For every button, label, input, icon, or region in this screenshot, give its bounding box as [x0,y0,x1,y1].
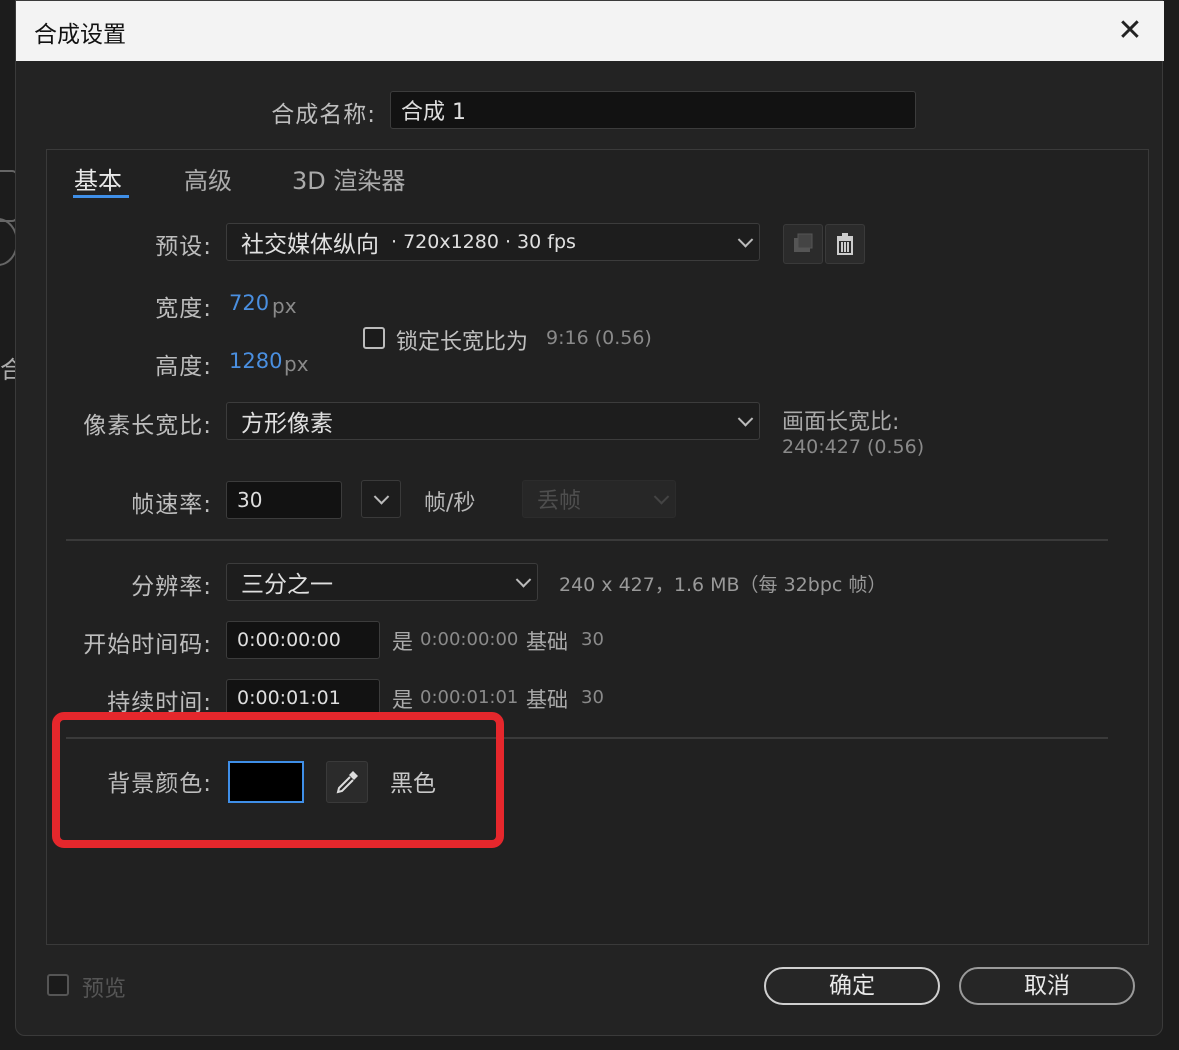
height-unit: px [284,352,309,376]
chevron-down-icon [737,232,754,248]
frame-aspect-label: 画面长宽比: [782,410,900,435]
chevron-down-icon [737,411,754,427]
composition-settings-dialog: 合成设置 ✕ 合成名称: 合成 1 基本 高级 3D 渲染器 预设: 社交媒体纵… [15,0,1164,1036]
tab-basic[interactable]: 基本 [74,161,122,196]
chevron-down-icon [653,489,670,505]
cancel-button[interactable]: 取消 [959,967,1135,1005]
start-timecode-label: 开始时间码: [83,632,212,658]
active-tab-indicator [73,195,129,198]
preview-checkbox[interactable] [47,974,69,996]
save-preset-button[interactable] [783,224,823,264]
resolution-label: 分辨率: [131,574,212,600]
ok-button[interactable]: 确定 [764,967,940,1005]
resolution-info: 240 x 427，1.6 MB（每 32bpc 帧） [559,574,887,596]
preset-label: 预设: [155,234,212,260]
width-value[interactable]: 720 [229,291,269,315]
resolution-dropdown[interactable]: 三分之一 [226,563,538,601]
save-preset-icon [794,233,813,252]
duration-is-value: 0:00:01:01 [420,687,519,708]
resolution-value: 三分之一 [241,572,333,598]
comp-name-value: 合成 1 [401,100,466,125]
duration-is-label: 是 [392,688,413,712]
start-is-label: 是 [392,630,413,654]
trash-icon [837,233,853,255]
frame-rate-unit: 帧/秒 [424,491,476,516]
frame-rate-label: 帧速率: [131,492,212,518]
drop-frame-dropdown: 丢帧 [522,480,676,518]
preset-dropdown[interactable]: 社交媒体纵向 · 720x1280 · 30 fps [226,223,760,261]
pixel-aspect-value: 方形像素 [241,411,333,437]
preset-name: 社交媒体纵向 [241,232,379,258]
frame-rate-input[interactable]: 30 [226,481,342,519]
pixel-aspect-label: 像素长宽比: [83,413,212,439]
close-button[interactable]: ✕ [1110,11,1150,51]
drop-frame-value: 丢帧 [537,489,582,514]
width-unit: px [272,294,297,318]
frame-rate-value: 30 [237,488,263,512]
pixel-aspect-dropdown[interactable]: 方形像素 [226,402,760,440]
frame-aspect-value: 240:427 (0.56) [782,436,925,458]
comp-name-input[interactable]: 合成 1 [390,91,916,129]
height-label: 高度: [155,354,212,380]
lock-aspect-ratio: 9:16 (0.56) [546,327,652,349]
comp-name-label: 合成名称: [271,102,376,128]
title-bar: 合成设置 ✕ [16,1,1164,61]
start-base-value: 30 [581,629,604,650]
lock-aspect-checkbox[interactable] [363,327,385,349]
frame-rate-dropdown-button[interactable] [361,480,401,518]
start-base-label: 基础 [526,630,568,654]
tab-advanced[interactable]: 高级 [184,161,232,196]
chevron-down-icon [515,572,532,588]
chevron-down-icon [373,489,390,505]
delete-preset-button[interactable] [825,224,865,264]
duration-base-label: 基础 [526,688,568,712]
duration-value: 0:00:01:01 [237,687,341,709]
preview-label: 预览 [82,977,127,1002]
section-divider [66,539,1108,541]
start-is-value: 0:00:00:00 [420,629,519,650]
annotation-highlight-box [52,712,504,848]
width-label: 宽度: [155,296,212,322]
tab-3d-renderer[interactable]: 3D 渲染器 [292,161,405,196]
preset-detail: · 720x1280 · 30 fps [391,231,576,253]
height-value[interactable]: 1280 [229,349,282,373]
start-timecode-input[interactable]: 0:00:00:00 [226,621,380,659]
lock-aspect-label: 锁定长宽比为 [396,330,529,355]
close-icon: ✕ [1117,13,1143,48]
start-timecode-value: 0:00:00:00 [237,629,341,651]
dialog-title: 合成设置 [34,22,126,48]
duration-base-value: 30 [581,687,604,708]
